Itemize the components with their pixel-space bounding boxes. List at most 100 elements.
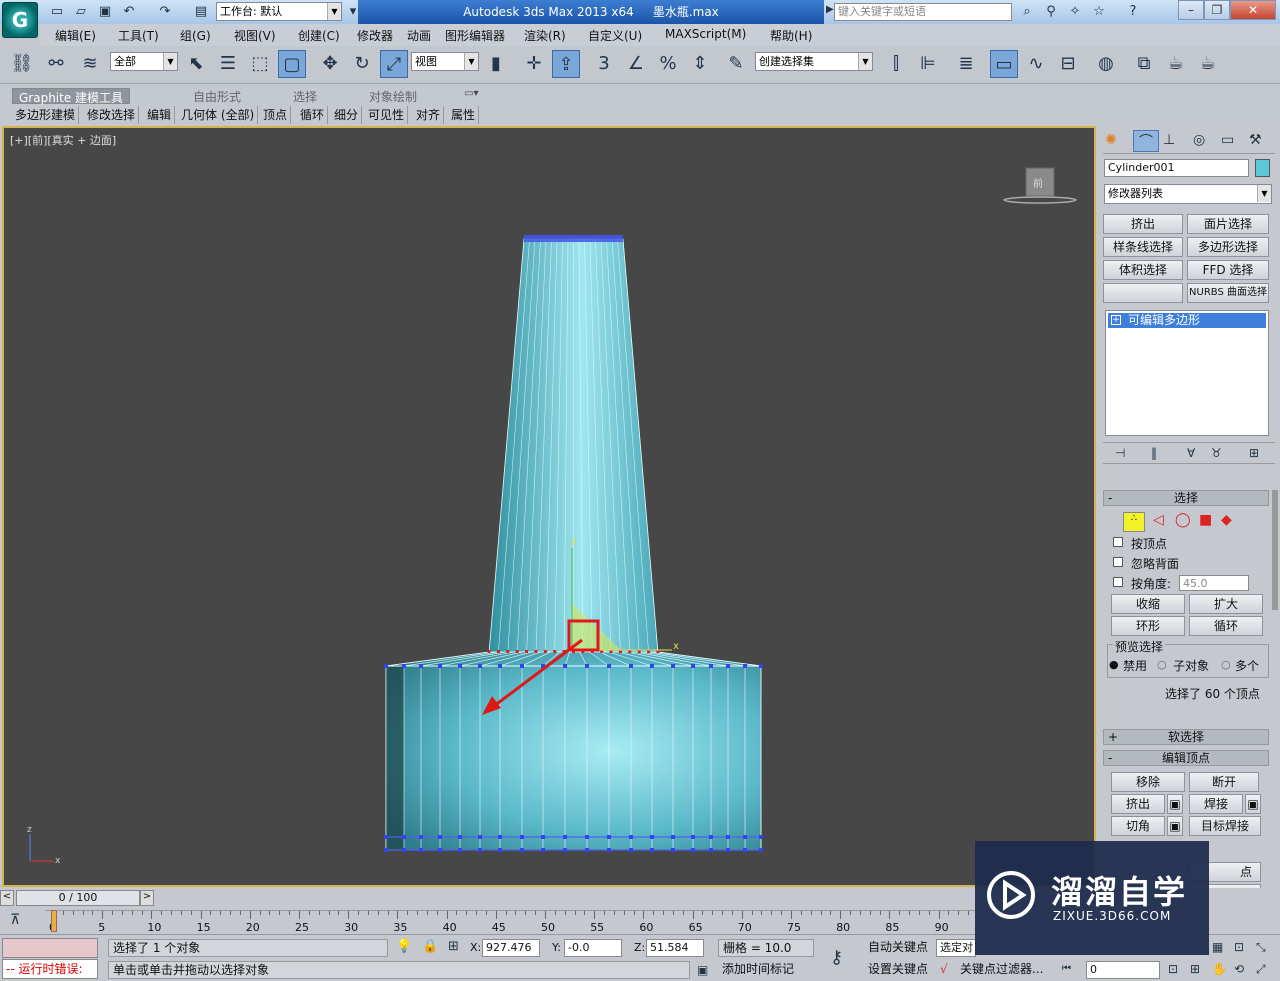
vertex[interactable] <box>759 835 763 839</box>
chamfer-settings-button[interactable]: ▣ <box>1167 816 1183 836</box>
vertex[interactable] <box>691 848 695 852</box>
timeline-next-button[interactable]: > <box>140 890 154 906</box>
rollout-soft-selection-header[interactable]: + 软选择 <box>1103 729 1269 745</box>
maximize-viewport-icon[interactable]: ⤢ <box>1256 962 1266 977</box>
rendered-frame-icon[interactable]: ☕ <box>1162 50 1190 78</box>
ribbon-tab-freeform[interactable]: 自由形式 <box>193 88 241 104</box>
selected-vertex[interactable] <box>543 650 547 653</box>
binoculars-icon[interactable]: ⌕ <box>1018 3 1036 21</box>
bottle-base-top[interactable] <box>385 651 762 851</box>
named-selection-set-select[interactable]: 创建选择集 ▼ <box>755 52 873 71</box>
select-object-icon[interactable]: ⬉ <box>182 50 210 78</box>
vertex[interactable] <box>709 835 713 839</box>
rollout-edit-vertices-header[interactable]: - 编辑顶点 <box>1103 750 1269 766</box>
selected-vertex[interactable] <box>496 650 500 653</box>
key-filters-button[interactable]: 关键点过滤器... <box>960 961 1060 979</box>
vertex[interactable] <box>691 835 695 839</box>
selected-vertex[interactable] <box>534 650 538 653</box>
vertex[interactable] <box>520 848 524 852</box>
configure-sets-icon[interactable]: ⊞ <box>1249 446 1259 460</box>
app-logo-button[interactable]: G <box>2 2 38 38</box>
subtab-properties[interactable]: 属性 <box>448 106 480 124</box>
mini-curve-editor-icon[interactable]: ⊼ <box>10 912 20 928</box>
mod-button-patch-select[interactable]: 面片选择 <box>1187 214 1269 234</box>
make-unique-icon[interactable]: ∀ <box>1187 446 1195 460</box>
remove-modifier-icon[interactable]: ♉ <box>1211 446 1222 460</box>
rectangular-selection-icon[interactable]: ⬚ <box>246 50 274 78</box>
selected-vertex[interactable] <box>506 650 510 653</box>
workspace-select[interactable]: 工作台: 默认 ▼ <box>216 2 342 21</box>
subtab-vertices[interactable]: 顶点 <box>260 106 292 124</box>
isolate-bulb-icon[interactable]: 💡 <box>396 939 412 954</box>
redo-icon[interactable]: ↷ <box>156 3 174 21</box>
zoom-region-icon[interactable]: ⊡ <box>1234 940 1244 954</box>
vertex[interactable] <box>498 848 502 852</box>
preview-off-radio[interactable]: ● <box>1109 658 1119 671</box>
expand-plus-icon[interactable]: + <box>1111 315 1121 325</box>
orbit-icon[interactable]: ⟲ <box>1234 962 1244 976</box>
vertex[interactable] <box>585 664 589 668</box>
go-to-start-icon[interactable]: ⏮ <box>1062 963 1071 974</box>
time-config-icon[interactable]: ⊡ <box>1168 962 1178 976</box>
vertex[interactable] <box>607 848 611 852</box>
vertex[interactable] <box>478 848 482 852</box>
subtab-visibility[interactable]: 可见性 <box>365 106 409 124</box>
select-and-move-icon[interactable]: ✥ <box>316 50 344 78</box>
subtab-edit[interactable]: 编辑 <box>144 106 176 124</box>
vertex-mode-icon[interactable]: ∴ <box>1123 512 1145 532</box>
vertex[interactable] <box>438 848 442 852</box>
menu-views[interactable]: 视图(V) <box>234 27 276 44</box>
open-file-icon[interactable]: ▱ <box>72 3 90 21</box>
menu-animation[interactable]: 动画 <box>407 27 431 44</box>
search-input[interactable]: 键入关键字或短语 <box>834 3 1012 21</box>
field-of-view-icon[interactable]: ⤡ <box>1256 940 1266 955</box>
modifier-stack[interactable]: + 可编辑多边形 <box>1105 310 1269 436</box>
communication-icon[interactable]: ✧ <box>1066 3 1084 21</box>
menu-help[interactable]: 帮助(H) <box>770 27 812 44</box>
render-teapot-icon[interactable]: ☕ <box>1194 50 1222 78</box>
time-tag-icon[interactable]: ▣ <box>697 963 708 977</box>
menu-rendering[interactable]: 渲染(R) <box>524 27 566 44</box>
mod-button-extrude[interactable]: 挤出 <box>1103 214 1183 234</box>
preview-multi-radio[interactable]: ○ <box>1221 658 1231 671</box>
selected-vertex[interactable] <box>487 650 491 653</box>
material-editor-icon[interactable]: ◍ <box>1092 50 1120 78</box>
by-vertex-checkbox[interactable] <box>1113 537 1123 547</box>
menu-create[interactable]: 创建(C) <box>298 27 340 44</box>
track-bar[interactable]: 051015202530354045505560657075808590 <box>45 910 979 934</box>
maxscript-listener[interactable] <box>2 938 98 958</box>
ribbon-tab-selection[interactable]: 选择 <box>293 88 317 104</box>
subtab-geometry-all[interactable]: 几何体 (全部) <box>178 106 259 124</box>
z-coordinate-field[interactable]: 51.584 <box>646 939 704 957</box>
vertex[interactable] <box>563 664 567 668</box>
favorites-star-icon[interactable]: ☆ <box>1090 3 1108 21</box>
vertex[interactable] <box>520 835 524 839</box>
top-vertex-ring[interactable] <box>524 235 623 242</box>
ribbon-tab-object-paint[interactable]: 对象绘制 <box>369 88 417 104</box>
edge-mode-icon[interactable]: ◁ <box>1153 512 1164 528</box>
menu-edit[interactable]: 编辑(E) <box>55 27 96 44</box>
vertex[interactable] <box>498 664 502 668</box>
mod-button-spline-select[interactable]: 样条线选择 <box>1103 237 1183 257</box>
zoom-all-icon[interactable]: ▦ <box>1212 940 1223 954</box>
menu-customize[interactable]: 自定义(U) <box>588 27 642 44</box>
keyboard-shortcut-override-icon[interactable]: ⇪ <box>552 50 580 78</box>
pan-view-icon[interactable]: ✋ <box>1212 962 1227 976</box>
vertex[interactable] <box>585 835 589 839</box>
pivot-center-icon[interactable]: ▮ <box>482 50 510 78</box>
menu-modifiers[interactable]: 修改器 <box>357 27 393 44</box>
new-file-icon[interactable]: ▭ <box>48 3 66 21</box>
vertex[interactable] <box>541 835 545 839</box>
vertex[interactable] <box>384 835 388 839</box>
vertex[interactable] <box>709 848 713 852</box>
selected-vertex[interactable] <box>515 650 519 653</box>
hierarchy-tab-icon[interactable]: ⊥ <box>1163 132 1175 148</box>
vertex[interactable] <box>726 848 730 852</box>
view-cube-ring[interactable] <box>1003 196 1077 204</box>
vertex[interactable] <box>607 664 611 668</box>
vertex[interactable] <box>629 848 633 852</box>
vertex[interactable] <box>478 664 482 668</box>
mod-button-poly-select[interactable]: 多边形选择 <box>1187 237 1269 257</box>
show-end-result-icon[interactable]: ‖ <box>1151 446 1157 460</box>
vertex[interactable] <box>458 664 462 668</box>
